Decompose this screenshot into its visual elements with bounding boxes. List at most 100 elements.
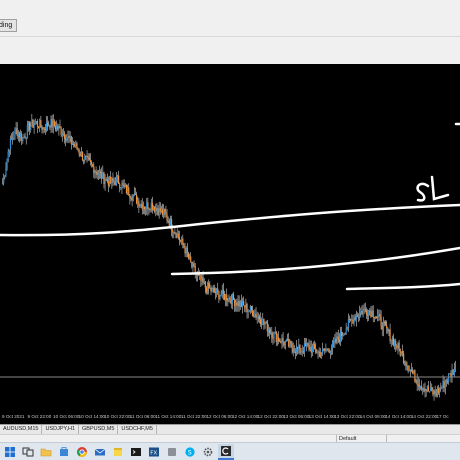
candle-bull: [311, 346, 313, 353]
candle-bear: [253, 316, 255, 318]
time-axis-label: 10 Oct 14:00: [79, 414, 106, 419]
candle-bear: [258, 316, 261, 320]
candle-bull: [422, 388, 424, 390]
candle-bear: [229, 297, 231, 301]
candle-bull: [188, 256, 191, 259]
candle-bull: [155, 208, 157, 212]
candle-bear: [440, 387, 442, 389]
skype-icon: S: [185, 446, 195, 457]
time-axis-label: 14 Oct 06:00: [360, 414, 387, 419]
symbol-tab-usdjpy-h1[interactable]: USDJPY,H1: [42, 425, 80, 434]
candle-bull: [303, 343, 306, 353]
candle-bull: [368, 310, 370, 316]
sticky-notes-icon: [114, 447, 122, 456]
candle-bull: [34, 122, 36, 125]
candle-bear: [143, 206, 146, 210]
candle-bull: [325, 350, 327, 352]
candle-bull: [7, 151, 9, 159]
c-app-button[interactable]: [218, 443, 234, 460]
settings-button[interactable]: [200, 444, 216, 460]
time-axis-label: 9 Oct 22:00: [28, 414, 52, 419]
candle-bull: [390, 339, 392, 342]
candle-bear: [283, 341, 285, 346]
candle-bull: [228, 297, 230, 301]
file-explorer-button[interactable]: [38, 444, 54, 460]
terminal-button[interactable]: [128, 444, 144, 460]
candle-bull: [254, 313, 256, 317]
candle-bear: [369, 310, 371, 312]
candle-bear: [335, 338, 337, 343]
chart-window[interactable]: SL T 9 Oct 20219 Oct 22:0010 Oct 06:0010…: [0, 64, 460, 424]
candle-bear: [154, 207, 156, 212]
candle-bear: [412, 371, 414, 374]
start-button[interactable]: [2, 444, 18, 460]
candle-bear: [244, 305, 246, 309]
candle-bear: [212, 288, 214, 290]
store-button[interactable]: [56, 444, 72, 460]
candle-bull: [75, 143, 77, 147]
candle-bull: [22, 137, 24, 141]
candle-bear: [372, 310, 374, 318]
candle-bear: [40, 120, 42, 127]
candle-bull: [362, 310, 364, 315]
candle-bull: [357, 316, 360, 318]
gear-icon: [203, 447, 213, 456]
candle-bull: [321, 348, 324, 355]
candle-bull: [142, 206, 144, 210]
candle-bear: [366, 314, 369, 316]
time-axis: 9 Oct 2021 9 Oct 22:00 10 Oct 06:00 10 Oct …: [2, 414, 449, 419]
candle-bull: [225, 294, 227, 300]
metatrader-button[interactable]: FX: [146, 444, 162, 460]
candle-bear: [364, 308, 366, 311]
candle-bull: [13, 137, 15, 139]
candle-bull: [397, 342, 399, 349]
candle-bear: [106, 178, 108, 182]
candle-bull: [262, 318, 264, 325]
candle-bear: [119, 183, 121, 188]
task-view-button[interactable]: [20, 444, 36, 460]
app-button[interactable]: [164, 444, 180, 460]
candle-bull: [192, 263, 194, 268]
tab-algo-trading[interactable]: ding: [0, 19, 18, 32]
candle-bull: [133, 193, 135, 196]
sticky-notes-button[interactable]: [110, 444, 126, 460]
symbol-tab-usdchf-m5[interactable]: USDCHF,M5: [118, 425, 157, 434]
candle-bear: [83, 160, 85, 162]
candle-bull: [377, 315, 379, 317]
candle-bull: [45, 122, 48, 131]
candle-bull: [3, 176, 5, 184]
candle-bull: [406, 365, 408, 367]
handwritten-sl-s: [416, 182, 430, 202]
candle-bull: [27, 122, 30, 126]
candle-bear: [47, 122, 49, 127]
candle-bear: [279, 341, 281, 343]
candle-bull: [50, 118, 52, 128]
handwritten-sl-l: [430, 175, 450, 201]
candle-bear: [190, 256, 192, 262]
candle-bear: [95, 171, 97, 173]
symbol-tab-audusd-m15[interactable]: AUDUSD,M15: [0, 425, 43, 434]
candle-bear: [425, 389, 427, 392]
candle-bull: [248, 310, 250, 312]
mail-button[interactable]: [92, 444, 108, 460]
skype-button[interactable]: S: [182, 444, 198, 460]
price-chart[interactable]: SL T 9 Oct 20219 Oct 22:0010 Oct 06:0010…: [0, 64, 460, 424]
symbol-tab-gbpusd-m5[interactable]: GBPUSD,M5: [79, 425, 119, 434]
chrome-button[interactable]: [74, 444, 90, 460]
mail-icon: [94, 448, 106, 455]
candle-bear: [53, 120, 55, 127]
candle-bear: [318, 351, 320, 353]
candle-bull: [449, 373, 451, 375]
candle-bear: [421, 385, 423, 390]
candle-bear: [333, 341, 335, 343]
candle-bear: [202, 277, 204, 283]
candle-bear: [272, 337, 274, 339]
candle-bull: [320, 354, 322, 358]
svg-text:FX: FX: [150, 450, 157, 456]
candle-bear: [204, 281, 206, 288]
candle-bull: [221, 289, 223, 296]
candle-bear: [191, 261, 193, 268]
candle-bear: [151, 202, 153, 210]
candle-bull: [339, 331, 342, 343]
time-axis-label: 12 Oct 06:00: [206, 414, 233, 419]
